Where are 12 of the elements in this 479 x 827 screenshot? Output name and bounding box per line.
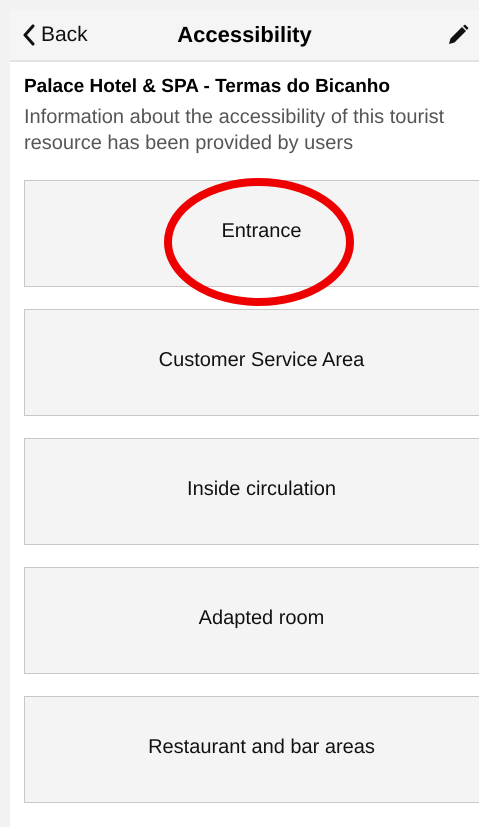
pencil-icon: [447, 24, 469, 46]
screen-title: Accessibility: [177, 22, 312, 47]
back-button[interactable]: Back: [22, 23, 88, 47]
hotel-name: Palace Hotel & SPA - Termas do Bicanho: [24, 76, 390, 98]
section-button[interactable]: Inside circulation: [24, 438, 479, 545]
section-button[interactable]: Entrance: [24, 180, 479, 287]
chevron-left-icon: [22, 24, 35, 46]
section-button[interactable]: Customer Service Area: [24, 309, 479, 416]
info-description: Information about the accessibility of this tourist resource has been provided by users: [24, 105, 446, 156]
section-button[interactable]: Adapted room: [24, 567, 479, 674]
section-button[interactable]: Restaurant and bar areas: [24, 696, 479, 803]
edit-button[interactable]: [447, 24, 469, 46]
